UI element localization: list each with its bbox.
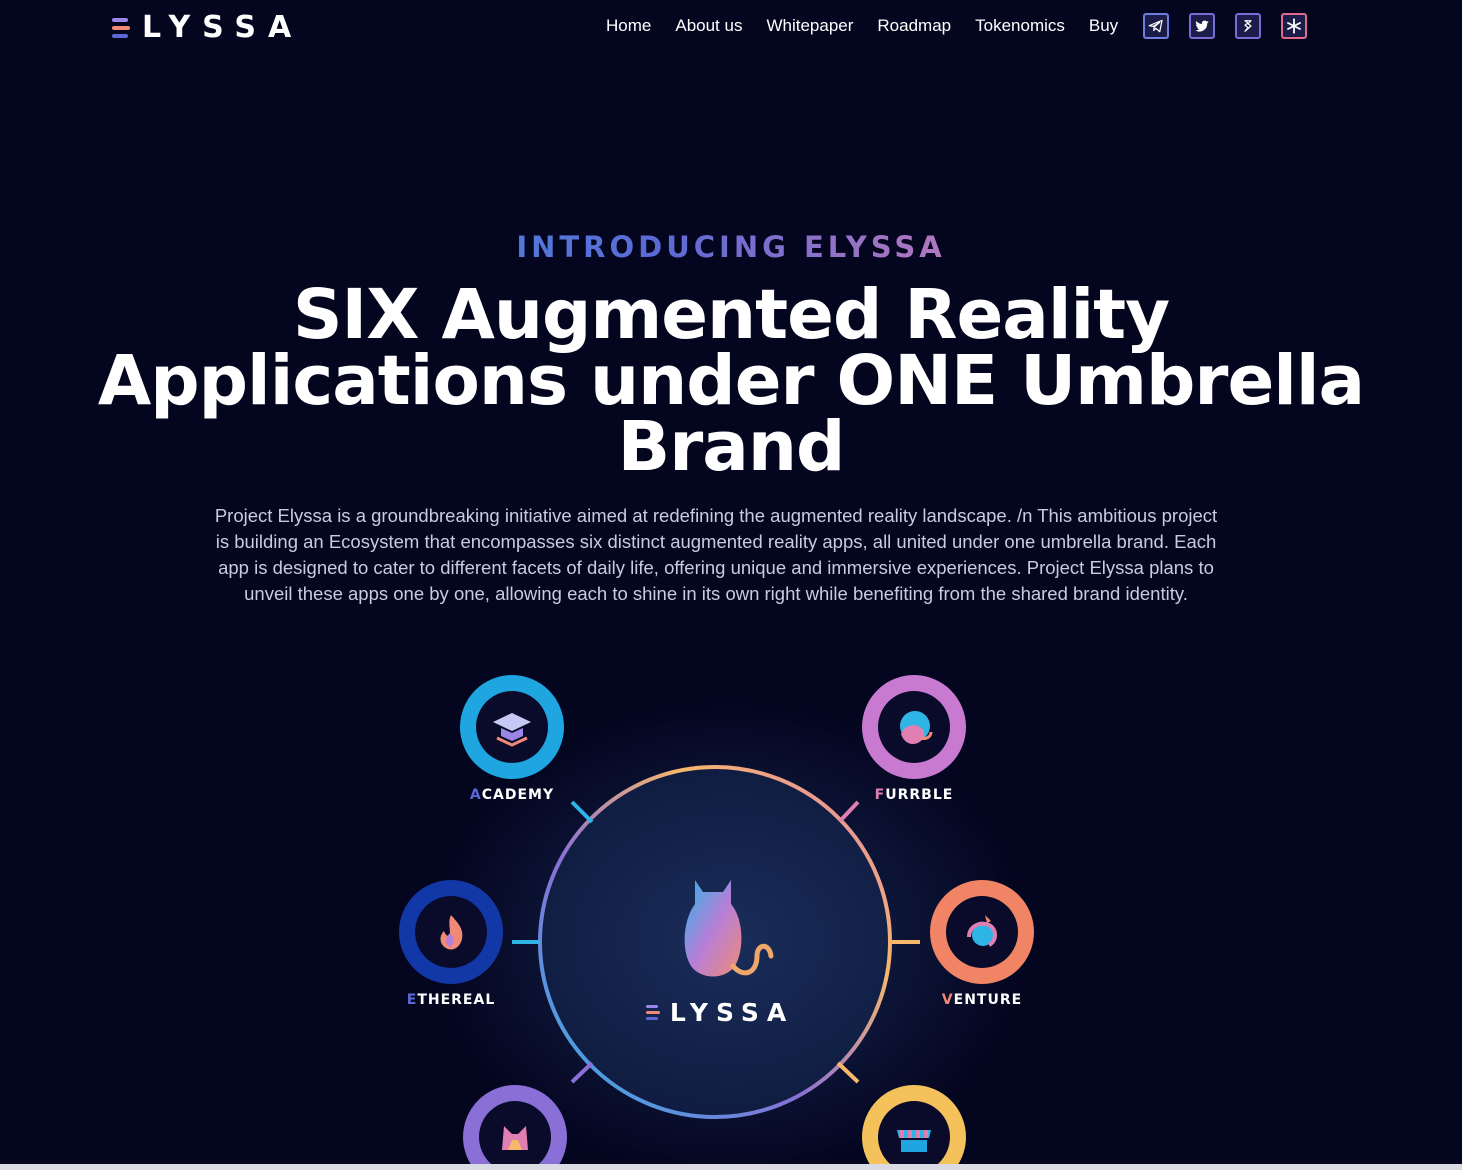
app-cat-ring <box>463 1085 567 1170</box>
linktree-button[interactable] <box>1281 13 1307 39</box>
app-venture[interactable]: VENTURE <box>927 880 1037 1008</box>
telegram-button[interactable] <box>1143 13 1169 39</box>
flame-icon <box>415 896 487 968</box>
dextools-icon <box>1244 20 1252 32</box>
travel-globe-icon <box>946 896 1018 968</box>
brand-mark-icon <box>645 1005 660 1020</box>
brand-logo[interactable]: LYSSA <box>112 10 303 45</box>
app-ethereal-label: ETHEREAL <box>406 992 496 1008</box>
page-bottom-edge <box>0 1164 1462 1170</box>
nav-roadmap[interactable]: Roadmap <box>877 16 951 36</box>
storefront-icon <box>878 1101 950 1170</box>
cat-face-icon <box>479 1101 551 1170</box>
cat-logo-icon <box>684 880 774 977</box>
navbar: LYSSA Home About us Whitepaper Roadmap T… <box>0 0 1462 56</box>
nav-buy[interactable]: Buy <box>1089 16 1118 36</box>
hero-eyebrow: INTRODUCING ELYSSA <box>0 230 1462 264</box>
graduation-cap-icon <box>476 691 548 763</box>
app-store[interactable] <box>859 1085 969 1170</box>
connector-cat-app <box>570 1061 594 1084</box>
center-brand-logo: LYSSA <box>640 870 800 1027</box>
page: LYSSA Home About us Whitepaper Roadmap T… <box>0 0 1462 1170</box>
nav-whitepaper[interactable]: Whitepaper <box>766 16 853 36</box>
app-cat[interactable] <box>460 1085 570 1170</box>
app-venture-label: VENTURE <box>941 992 1023 1008</box>
twitter-button[interactable] <box>1189 13 1215 39</box>
headline-line-2: Applications under ONE Umbrella <box>97 341 1365 421</box>
pet-globe-icon <box>878 691 950 763</box>
app-ethereal-ring <box>399 880 503 984</box>
brand-mark-icon <box>112 17 130 38</box>
app-furrble-label: FURRBLE <box>874 787 954 803</box>
app-academy-ring <box>460 675 564 779</box>
hero-intro: Project Elyssa is a groundbreaking initi… <box>214 505 1218 604</box>
linktree-icon <box>1287 18 1301 34</box>
headline-line-1: SIX Augmented Reality <box>292 275 1170 355</box>
connector-furrble <box>838 800 860 823</box>
app-venture-ring <box>930 880 1034 984</box>
connector-store-app <box>836 1061 860 1084</box>
brand-name: LYSSA <box>142 10 304 45</box>
app-academy-label: ACADEMY <box>469 787 555 803</box>
app-ethereal[interactable]: ETHEREAL <box>396 880 506 1008</box>
social-links <box>1143 13 1307 39</box>
nav-about-us[interactable]: About us <box>675 16 742 36</box>
app-furrble-ring <box>862 675 966 779</box>
headline-line-3: Brand <box>617 407 846 487</box>
dextools-button[interactable] <box>1235 13 1261 39</box>
twitter-icon <box>1195 20 1209 32</box>
hero-headline: SIX Augmented Reality Applications under… <box>40 275 1422 487</box>
center-brand-wordmark: LYSSA <box>640 998 800 1027</box>
ecosystem-diagram: LYSSA ACADEMY FURRBLE ETHEREAL VENTURE <box>0 640 1462 1170</box>
nav-links: Home About us Whitepaper Roadmap Tokenom… <box>606 16 1142 36</box>
telegram-icon <box>1148 19 1163 33</box>
nav-tokenomics[interactable]: Tokenomics <box>975 16 1065 36</box>
nav-home[interactable]: Home <box>606 16 651 36</box>
app-furrble[interactable]: FURRBLE <box>859 675 969 803</box>
app-store-ring <box>862 1085 966 1170</box>
connector-academy <box>570 800 594 824</box>
app-academy[interactable]: ACADEMY <box>457 675 567 803</box>
